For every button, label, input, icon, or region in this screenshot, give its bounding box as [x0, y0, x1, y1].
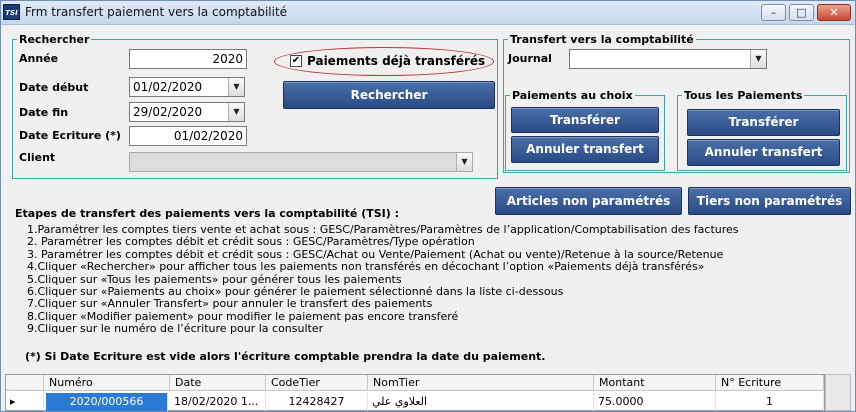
cell-codetier[interactable]: 12428427 [266, 393, 368, 411]
transferer-tous-button[interactable]: Transférer [687, 109, 840, 136]
step-item: 9.Cliquer sur le numéro de l’écriture po… [27, 322, 324, 336]
deja-transferes-label: Paiements déjà transférés [307, 54, 486, 68]
chevron-down-icon[interactable]: ▼ [228, 78, 244, 96]
chevron-down-icon[interactable]: ▼ [456, 153, 472, 171]
title-bar[interactable]: TSI Frm transfert paiement vers la compt… [1, 1, 855, 25]
cell-montant[interactable]: 75.0000 [594, 393, 716, 411]
column-header-codetier[interactable]: CodeTier [266, 375, 368, 391]
close-button[interactable]: ✕ [817, 4, 851, 21]
journal-label: Journal [508, 52, 552, 65]
column-header-montant[interactable]: Montant [594, 375, 716, 391]
step-item: 2. Paramétrer les comptes débit et crédi… [27, 235, 475, 249]
date-ecriture-label: Date Ecriture (*) [19, 129, 121, 142]
cell-numero[interactable]: 2020/000566 [46, 393, 168, 411]
app-logo-icon: TSI [3, 4, 20, 20]
chevron-down-icon[interactable]: ▼ [750, 50, 766, 68]
date-fin-picker[interactable]: 29/02/2020 ▼ [129, 102, 245, 122]
column-header-date[interactable]: Date [170, 375, 266, 391]
cell-nomtier[interactable]: العلاوي علي [368, 393, 594, 411]
step-item: 7.Cliquer sur «Annuler Transfert» pour a… [27, 297, 433, 311]
grid-vertical-scrollbar[interactable] [825, 374, 851, 411]
grid-header: Numéro Date CodeTier NomTier Montant N° … [6, 375, 824, 391]
date-debut-picker[interactable]: 01/02/2020 ▼ [129, 77, 245, 97]
main-window: TSI Frm transfert paiement vers la compt… [0, 0, 856, 412]
date-debut-label: Date début [19, 81, 89, 94]
date-fin-value: 29/02/2020 [133, 105, 203, 119]
cell-n-ecriture[interactable]: 1 [716, 393, 824, 411]
minimize-button[interactable]: – [761, 4, 786, 21]
annee-field[interactable]: 2020 [129, 49, 247, 69]
grid-corner [6, 375, 44, 391]
date-debut-value: 01/02/2020 [133, 80, 203, 94]
articles-non-parametres-button[interactable]: Articles non paramétrés [495, 187, 682, 215]
steps-list: 1.Paramétrer les comptes tiers vente et … [27, 223, 739, 336]
tiers-non-parametres-button[interactable]: Tiers non paramétrés [688, 187, 851, 215]
client-label: Client [19, 151, 56, 164]
cell-date[interactable]: 18/02/2020 1... [170, 393, 266, 411]
column-header-nomtier[interactable]: NomTier [368, 375, 594, 391]
step-item: 4.Cliquer «Rechercher» pour afficher tou… [27, 260, 705, 274]
transferer-au-choix-button[interactable]: Transférer [511, 107, 659, 133]
transfer-group-legend: Transfert vers la comptabilité [510, 33, 694, 46]
rechercher-button[interactable]: Rechercher [283, 81, 495, 109]
annuler-transfert-au-choix-button[interactable]: Annuler transfert [511, 136, 659, 163]
annee-label: Année [19, 52, 59, 65]
date-ecriture-field[interactable]: 01/02/2020 [129, 126, 247, 146]
search-group-legend: Rechercher [19, 33, 90, 46]
client-select[interactable]: ▼ [129, 152, 473, 172]
tous-les-paiements-legend: Tous les Paiements [684, 89, 803, 102]
payments-grid: Numéro Date CodeTier NomTier Montant N° … [5, 374, 825, 411]
date-ecriture-note: (*) Si Date Ecriture est vide alors l'éc… [25, 350, 546, 363]
column-header-n-ecriture[interactable]: N° Ecriture [716, 375, 824, 391]
column-header-numero[interactable]: Numéro [44, 375, 170, 391]
paiements-au-choix-legend: Paiements au choix [512, 89, 633, 102]
chevron-down-icon[interactable]: ▼ [228, 103, 244, 121]
journal-select[interactable]: ▼ [569, 49, 767, 69]
steps-title: Etapes de transfert des paiements vers l… [15, 207, 400, 220]
maximize-button[interactable]: □ [789, 4, 814, 21]
deja-transferes-checkbox[interactable]: ✔ [290, 55, 302, 67]
annuler-transfert-tous-button[interactable]: Annuler transfert [687, 139, 840, 166]
date-fin-label: Date fin [19, 106, 69, 119]
row-indicator-icon: ▸ [6, 393, 44, 411]
window-title: Frm transfert paiement vers la comptabil… [25, 5, 288, 19]
